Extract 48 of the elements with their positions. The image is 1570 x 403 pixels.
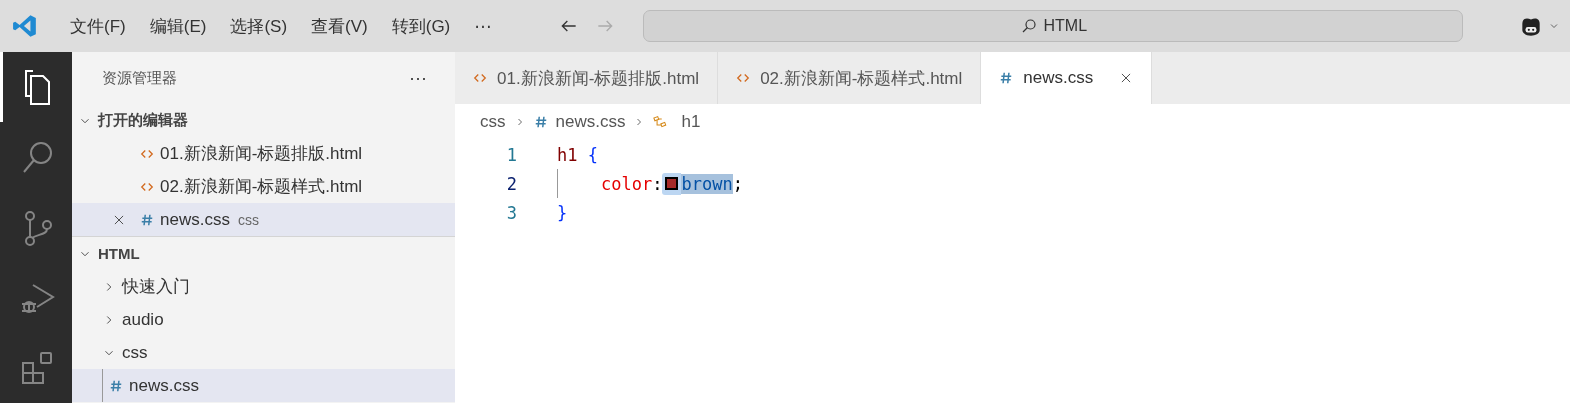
- menu-item[interactable]: ⋯: [462, 10, 504, 42]
- file-name: news.css: [129, 375, 199, 396]
- symbol-icon: [653, 115, 668, 129]
- code-line: h1 {: [557, 144, 598, 165]
- folder-name: audio: [122, 309, 164, 330]
- folder-item[interactable]: 快速入门: [72, 270, 455, 303]
- file-name: 02.新浪新闻-标题样式.html: [160, 176, 363, 198]
- open-editor-item[interactable]: 01.新浪新闻-标题排版.html: [72, 137, 455, 170]
- menu-item[interactable]: 转到(G): [379, 10, 463, 42]
- folder-item[interactable]: audio: [72, 303, 455, 336]
- code-brackets-icon: [473, 71, 487, 85]
- section-header[interactable]: HTML: [72, 237, 455, 270]
- folder-name: css: [122, 342, 148, 363]
- line-number: 2: [505, 173, 518, 194]
- explorer-title: 资源管理器: [102, 68, 177, 88]
- hash-icon: [533, 115, 548, 129]
- section-header[interactable]: 打开的编辑器: [72, 104, 455, 137]
- hash-icon: [140, 212, 154, 227]
- file-name: 01.新浪新闻-标题排版.html: [160, 143, 363, 165]
- code-line: color: brown;: [601, 172, 743, 195]
- menu-item[interactable]: 文件(F): [58, 10, 138, 42]
- section-title: 打开的编辑器: [98, 111, 188, 130]
- menu-item[interactable]: 编辑(E): [137, 10, 219, 42]
- menu-item[interactable]: 查看(V): [299, 10, 380, 42]
- folder-hint: css: [237, 211, 259, 228]
- folder-name: 快速入门: [122, 276, 190, 298]
- breadcrumb-item[interactable]: h1: [681, 112, 701, 132]
- menu-item[interactable]: 选择(S): [218, 10, 300, 42]
- code-line: }: [557, 202, 568, 223]
- breadcrumb-item[interactable]: news.css: [555, 112, 626, 132]
- hash-icon: [109, 378, 123, 393]
- command-center-text: HTML: [1043, 17, 1088, 35]
- more-button[interactable]: ⋯: [403, 66, 433, 90]
- hash-icon: [999, 71, 1014, 85]
- open-editor-item[interactable]: 02.新浪新闻-标题样式.html: [72, 170, 455, 203]
- line-number: 1: [505, 144, 518, 165]
- file-name: news.css: [160, 209, 230, 230]
- app-logo: [12, 13, 38, 39]
- file-item[interactable]: news.css: [72, 369, 455, 402]
- line-number: 3: [505, 202, 518, 223]
- folder-item[interactable]: css: [72, 336, 455, 369]
- breadcrumb-item[interactable]: css: [480, 112, 506, 132]
- editor-tab[interactable]: news.css: [981, 52, 1153, 104]
- open-editor-item[interactable]: news.css css: [72, 203, 455, 236]
- command-center-field[interactable]: HTML: [643, 10, 1464, 42]
- code-brackets-icon: [736, 71, 751, 85]
- color-swatch[interactable]: [665, 177, 679, 190]
- section-title: HTML: [98, 245, 140, 262]
